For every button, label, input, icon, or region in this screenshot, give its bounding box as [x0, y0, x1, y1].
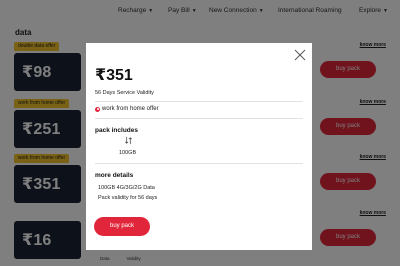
divider — [95, 101, 303, 102]
divider — [95, 118, 303, 119]
offer-tag: work from home offer — [95, 106, 159, 112]
data-amount: 100GB — [119, 150, 137, 156]
pack-details-modal: ₹351 56 Days Service Validity work from … — [86, 43, 312, 250]
close-button[interactable] — [294, 48, 306, 61]
pack-includes-title: pack includes — [95, 127, 138, 134]
more-details-title: more details — [95, 172, 134, 179]
offer-label: work from home offer — [102, 106, 159, 112]
service-validity: 56 Days Service Validity — [95, 90, 154, 96]
offer-icon — [95, 106, 100, 112]
buy-pack-button[interactable]: buy pack — [94, 217, 150, 236]
close-icon — [294, 49, 306, 61]
data-icon — [125, 136, 132, 145]
pack-price: ₹351 — [95, 67, 133, 84]
divider — [95, 163, 303, 164]
detail-line: Pack validity for 56 days — [98, 195, 158, 201]
detail-line: 100GB 4G/3G/2G Data — [98, 185, 155, 191]
